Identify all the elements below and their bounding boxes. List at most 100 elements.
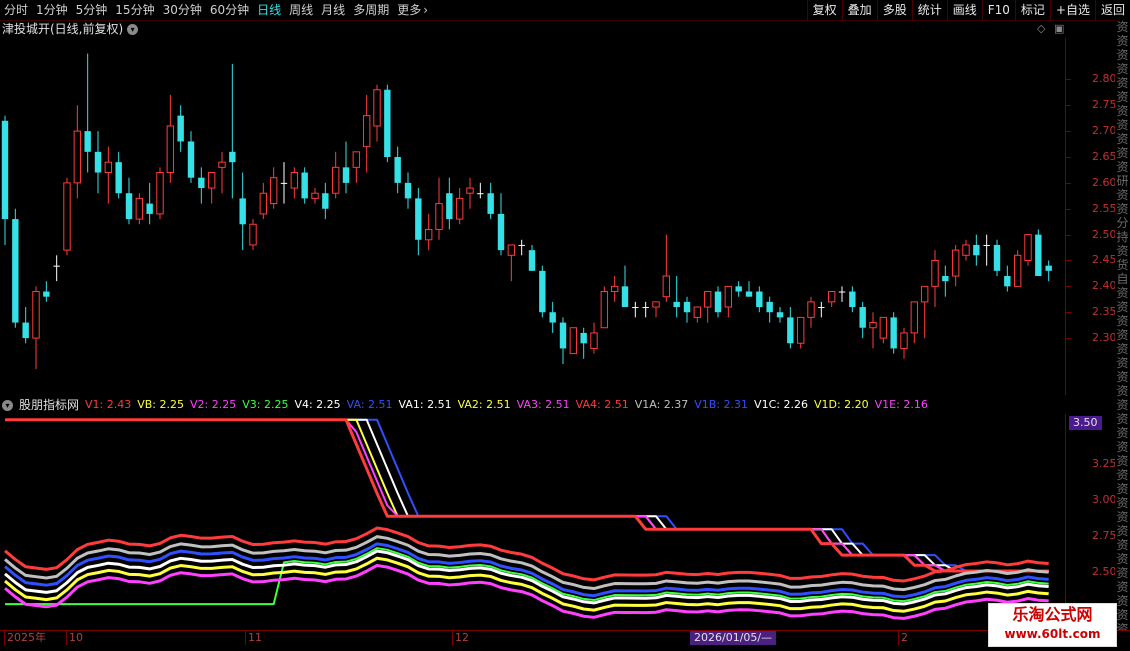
side-panel-char: 资 xyxy=(1116,76,1129,90)
candle xyxy=(756,286,763,313)
period-tab[interactable]: 15分钟 xyxy=(111,0,158,20)
legend-entry: V1B: 2.31 xyxy=(694,398,749,411)
diamond-icon[interactable]: ◇ xyxy=(1037,22,1045,35)
price-tick-label: 2.60 xyxy=(1092,175,1117,189)
date-label: 11 xyxy=(245,631,262,645)
chevron-down-icon[interactable]: ▾ xyxy=(2,399,13,411)
legend-entry: V1C: 2.26 xyxy=(754,398,808,411)
toolbar-button[interactable]: 叠加 xyxy=(841,0,877,20)
price-tick-label: 2.35 xyxy=(1092,305,1117,319)
candle xyxy=(269,167,278,209)
candle xyxy=(22,307,29,344)
candle xyxy=(394,146,401,194)
candle xyxy=(569,327,578,355)
toolbar-button[interactable]: 画线 xyxy=(946,0,982,20)
toolbar-button[interactable]: F10 xyxy=(981,0,1015,20)
candle xyxy=(146,182,153,225)
toolbar-button[interactable]: 统计 xyxy=(911,0,947,20)
period-tab[interactable]: 日线 xyxy=(253,0,285,20)
legend-entry: V1D: 2.20 xyxy=(813,398,869,411)
price-tick-label: 2.65 xyxy=(1092,150,1117,163)
price-tick-mark xyxy=(1066,157,1071,158)
candle xyxy=(187,131,195,183)
candle xyxy=(1045,260,1052,282)
candle xyxy=(827,291,836,308)
indicator-tick-label: 3.00 xyxy=(1092,493,1117,507)
candle xyxy=(879,316,888,344)
price-tick-label: 2.55 xyxy=(1092,201,1117,215)
indicator-chart[interactable] xyxy=(0,414,1065,630)
candle xyxy=(610,276,619,302)
candle xyxy=(32,286,40,370)
toolbar-button[interactable]: +自选 xyxy=(1049,0,1095,20)
candle xyxy=(796,316,805,349)
candle xyxy=(218,151,226,194)
side-panel-char: 资 xyxy=(1116,566,1129,580)
candle xyxy=(290,167,299,199)
period-tab[interactable]: 月线 xyxy=(317,0,349,20)
candle xyxy=(787,307,794,349)
candle xyxy=(703,291,712,323)
candle xyxy=(384,84,391,163)
candlestick-chart[interactable] xyxy=(0,38,1065,395)
side-panel-char: 资 xyxy=(1116,62,1129,76)
candle xyxy=(673,276,680,318)
candle xyxy=(135,193,144,225)
candle xyxy=(962,239,970,261)
period-tab[interactable]: 分时 xyxy=(0,0,32,20)
period-tab[interactable]: 60分钟 xyxy=(206,0,253,20)
window-icon[interactable]: ▣ xyxy=(1054,22,1064,35)
side-panel-char: 持 xyxy=(1116,230,1129,244)
candle xyxy=(301,167,308,204)
date-label: 2 xyxy=(898,631,908,645)
candle xyxy=(424,213,433,251)
candle xyxy=(890,312,897,354)
side-panel-char: 资 xyxy=(1116,412,1129,426)
toolbar-button[interactable]: 复权 xyxy=(806,0,842,20)
candle xyxy=(549,301,556,333)
price-tick-mark xyxy=(1066,234,1071,236)
candle xyxy=(497,193,505,256)
price-tick-mark xyxy=(1066,260,1071,262)
indicator-name: 股朋指标网 xyxy=(19,398,80,412)
period-tab[interactable]: 多周期 xyxy=(349,0,393,20)
candle xyxy=(1004,265,1011,292)
price-tick-mark xyxy=(1066,312,1071,314)
side-panel-char: 资 xyxy=(1116,356,1129,370)
period-tab[interactable]: 5分钟 xyxy=(72,0,112,20)
candle xyxy=(983,234,990,266)
legend-entry: VA: 2.51 xyxy=(346,398,393,411)
chevron-down-icon[interactable]: ▾ xyxy=(127,23,139,35)
candle xyxy=(43,281,50,302)
side-panel-char: 资 xyxy=(1116,118,1129,132)
candle xyxy=(477,182,484,199)
candle xyxy=(259,182,268,220)
side-panel-char: 资 xyxy=(1116,426,1129,440)
candle xyxy=(373,84,381,142)
candle xyxy=(920,285,929,339)
legend-entry: VA4: 2.51 xyxy=(575,398,629,411)
toolbar-button[interactable]: 标记 xyxy=(1014,0,1050,20)
legend-entry: V1E: 2.16 xyxy=(874,398,928,411)
candle xyxy=(652,301,660,318)
candle xyxy=(125,177,133,225)
side-panel-char: 资 xyxy=(1116,342,1129,356)
toolbar-button[interactable]: 多股 xyxy=(876,0,912,20)
legend-entry: VA2: 2.51 xyxy=(457,398,511,411)
candle xyxy=(621,265,629,308)
date-label: 10 xyxy=(66,631,83,645)
period-tab[interactable]: 30分钟 xyxy=(159,0,206,20)
side-panel-char: 资 xyxy=(1116,468,1129,482)
candle xyxy=(766,296,773,323)
side-panel-char: 资 xyxy=(1116,580,1129,594)
toolbar-button[interactable]: 返回 xyxy=(1094,0,1130,20)
candle xyxy=(745,281,753,297)
candle xyxy=(693,306,702,323)
side-panel-char: 资 xyxy=(1116,524,1129,538)
chevron-right-icon[interactable]: › xyxy=(419,0,432,20)
period-tab[interactable]: 周线 xyxy=(285,0,317,20)
indicator-title: ▾ 股朋指标网 V1: 2.43 VB: 2.25 V2: 2.25 V3: 2.25… xyxy=(2,397,928,413)
side-panel-char: 资 xyxy=(1116,20,1129,34)
right-side-panel[interactable]: 资资资资资资资资资资资研资资分持资货自资资资资资资资资资资资资资资资资资资资资资… xyxy=(1115,20,1130,630)
period-tab[interactable]: 1分钟 xyxy=(32,0,72,20)
